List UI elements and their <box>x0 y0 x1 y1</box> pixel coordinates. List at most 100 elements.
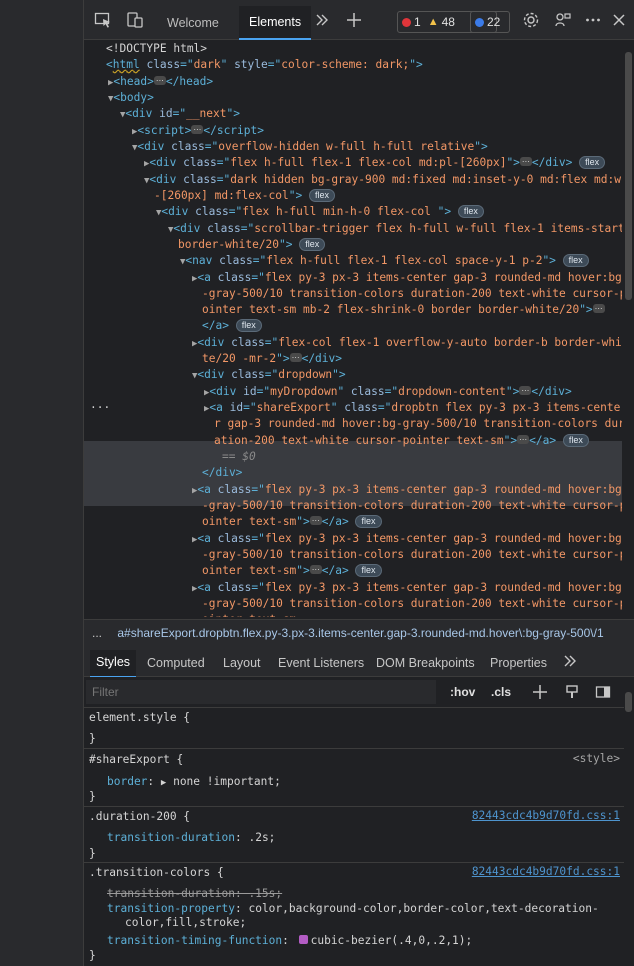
dom-tree-scroll-thumb[interactable] <box>625 52 632 300</box>
flex-badge[interactable]: flex <box>235 319 262 332</box>
hover-state-toggle[interactable]: :hov <box>450 683 475 701</box>
rule-divider <box>84 806 624 807</box>
dom-node-div-overflow[interactable]: ▼<div class="overflow-hidden w-full h-fu… <box>132 139 488 155</box>
dom-node-div-flex-main[interactable]: ▶<div class="flex h-full flex-1 flex-col… <box>144 155 606 171</box>
rule-transition-colors-selector[interactable]: .transition-colors { <box>89 865 224 881</box>
flex-badge[interactable]: flex <box>457 205 484 218</box>
rule-prop-transition-duration[interactable]: transition-duration: .2s; <box>107 830 275 846</box>
rule-source-link[interactable]: 82443cdc4b9d70fd.css:1 <box>472 865 620 878</box>
dom-node-a-item3[interactable]: ▶<a class="flex py-3 px-3 items-center g… <box>192 580 622 596</box>
flex-badge[interactable]: flex <box>579 156 606 169</box>
warning-icon: ▲ <box>427 16 439 28</box>
ellipsis-icon[interactable]: ⋯ <box>592 304 605 313</box>
flex-badge[interactable]: flex <box>562 254 589 267</box>
breadcrumb-overflow[interactable]: ... <box>92 626 102 640</box>
rule-prop-timing-function[interactable]: transition-timing-function: cubic-bezier… <box>107 933 472 949</box>
bezier-editor-icon[interactable] <box>298 935 308 944</box>
ellipsis-icon[interactable]: ⋯ <box>289 353 302 362</box>
rule-close-brace: } <box>89 732 96 745</box>
more-tabs-chevron-icon[interactable] <box>312 10 332 30</box>
tab-dom-breakpoints[interactable]: DOM Breakpoints <box>370 650 481 676</box>
tab-welcome[interactable]: Welcome <box>157 6 229 40</box>
more-tabs-chevron-icon[interactable] <box>560 651 580 671</box>
styles-scroll-thumb[interactable] <box>625 692 632 712</box>
dom-node-script[interactable]: ▶<script> ⋯ </script> <box>132 123 264 139</box>
paint-bucket-icon[interactable] <box>562 682 582 702</box>
rule-divider <box>84 862 624 863</box>
breadcrumb: ... a#shareExport.dropbtn.flex.py-3.px-3… <box>84 619 634 647</box>
dom-node-a-newchat[interactable]: ▶<a class="flex py-3 px-3 items-center g… <box>192 270 622 286</box>
styles-scrollbar[interactable] <box>624 677 634 966</box>
styles-filter-bar: :hov .cls <box>84 677 634 708</box>
dom-node-div-dark-cont[interactable]: -[260px] md:flex-col"> flex <box>154 188 335 204</box>
tab-event-listeners[interactable]: Event Listeners <box>272 650 370 676</box>
issues-icon <box>475 17 484 27</box>
class-toggle[interactable]: .cls <box>491 683 511 701</box>
toggle-sidebar-icon[interactable] <box>593 682 613 702</box>
ellipsis-icon[interactable]: ⋯ <box>519 157 532 166</box>
dom-node-div-mydropdown[interactable]: ▶<div id="myDropdown" class="dropdown-co… <box>204 384 572 400</box>
dom-node-a-shareexport[interactable]: ▶<a id="shareExport" class="dropbtn flex… <box>204 400 620 416</box>
ellipsis-icon[interactable]: ⋯ <box>309 565 322 574</box>
rule-divider <box>84 748 624 749</box>
dom-node-div-scrollbar-cont[interactable]: border-white/20"> flex <box>178 237 326 253</box>
dom-node-a-item2[interactable]: ▶<a class="flex py-3 px-3 items-center g… <box>192 531 622 547</box>
flex-badge[interactable]: flex <box>562 434 589 447</box>
dom-node-div-flexcol[interactable]: ▶<div class="flex-col flex-1 overflow-y-… <box>192 335 622 351</box>
dom-node-div-scrollbar[interactable]: ▼<div class="scrollbar-trigger flex h-fu… <box>168 221 622 237</box>
dom-node-a-item1[interactable]: ▶<a class="flex py-3 px-3 items-center g… <box>192 482 622 498</box>
tab-styles[interactable]: Styles <box>90 650 137 678</box>
page-viewport-strip <box>0 0 84 966</box>
dom-node-div-next[interactable]: ▼<div id="__next"> <box>120 106 240 122</box>
settings-gear-icon[interactable] <box>521 10 541 30</box>
dom-node-div-minh[interactable]: ▼<div class="flex h-full min-h-0 flex-co… <box>156 204 484 220</box>
expand-arrow-icon[interactable]: ▶ <box>161 778 166 788</box>
flex-badge[interactable]: flex <box>355 564 382 577</box>
flex-badge[interactable]: flex <box>308 189 335 202</box>
issues-count: 22 <box>487 15 501 29</box>
more-options-icon[interactable] <box>583 10 603 30</box>
dom-node-head[interactable]: ▶<head> ⋯ </head> <box>108 74 213 90</box>
dom-node-div-close[interactable]: </div> <box>202 465 242 481</box>
rule-prop-border[interactable]: border: ▶ none !important; <box>107 774 281 790</box>
rule-source-style[interactable]: <style> <box>573 752 620 765</box>
breadcrumb-item[interactable]: a#shareExport.dropbtn.flex.py-3.px-3.ite… <box>117 626 603 640</box>
device-toolbar-icon[interactable] <box>125 10 145 30</box>
devtools-panel: Welcome Elements 1 ▲ 48 22 <!DOCTYPE htm… <box>84 0 634 966</box>
tab-layout[interactable]: Layout <box>217 650 267 676</box>
error-count: 1 <box>414 15 421 29</box>
dom-node-doctype[interactable]: <!DOCTYPE html> <box>106 41 207 57</box>
inspect-element-icon[interactable] <box>93 10 113 30</box>
new-style-rule-plus-icon[interactable] <box>530 682 550 702</box>
dom-node-body[interactable]: ▼<body> <box>108 90 154 106</box>
styles-filter-input[interactable] <box>86 680 436 704</box>
dom-node-html[interactable]: <html class="dark" style="color-scheme: … <box>106 57 423 73</box>
add-tab-plus-icon[interactable] <box>344 10 364 30</box>
close-icon[interactable] <box>609 10 629 30</box>
tab-computed[interactable]: Computed <box>141 650 211 676</box>
rule-shareexport-selector[interactable]: #shareExport { <box>89 752 183 768</box>
ellipsis-icon[interactable]: ⋯ <box>309 516 322 525</box>
error-icon <box>402 17 411 27</box>
rule-element-style-selector[interactable]: element.style { <box>89 710 190 726</box>
rule-source-link[interactable]: 82443cdc4b9d70fd.css:1 <box>472 809 620 822</box>
dom-node-div-dark[interactable]: ▼<div class="dark hidden bg-gray-900 md:… <box>144 172 621 188</box>
ellipsis-icon[interactable]: ⋯ <box>519 386 532 395</box>
dom-tree[interactable]: <!DOCTYPE html> <html class="dark" style… <box>84 41 622 617</box>
dom-node-nav[interactable]: ▼<nav class="flex h-full flex-1 flex-col… <box>180 253 589 269</box>
dom-node-div-dropdown[interactable]: ▼<div class="dropdown"> <box>192 367 346 383</box>
tab-elements[interactable]: Elements <box>239 6 312 40</box>
ellipsis-icon[interactable]: ⋯ <box>153 76 166 85</box>
node-actions-ellipsis[interactable]: ··· <box>90 400 110 416</box>
rule-duration-selector[interactable]: .duration-200 { <box>89 809 190 825</box>
tab-properties[interactable]: Properties <box>484 650 553 676</box>
rule-prop-overridden[interactable]: transition-duration: .15s; <box>107 886 282 902</box>
ellipsis-icon[interactable]: ⋯ <box>517 435 530 444</box>
flex-badge[interactable]: flex <box>355 515 382 528</box>
feedback-icon[interactable] <box>553 10 573 30</box>
flex-badge[interactable]: flex <box>299 238 326 251</box>
devtools-toolbar: Welcome Elements 1 ▲ 48 22 <box>84 0 634 40</box>
warning-count: 48 <box>441 15 455 29</box>
issues-counter[interactable]: 22 <box>470 11 510 33</box>
ellipsis-icon[interactable]: ⋯ <box>191 125 204 134</box>
